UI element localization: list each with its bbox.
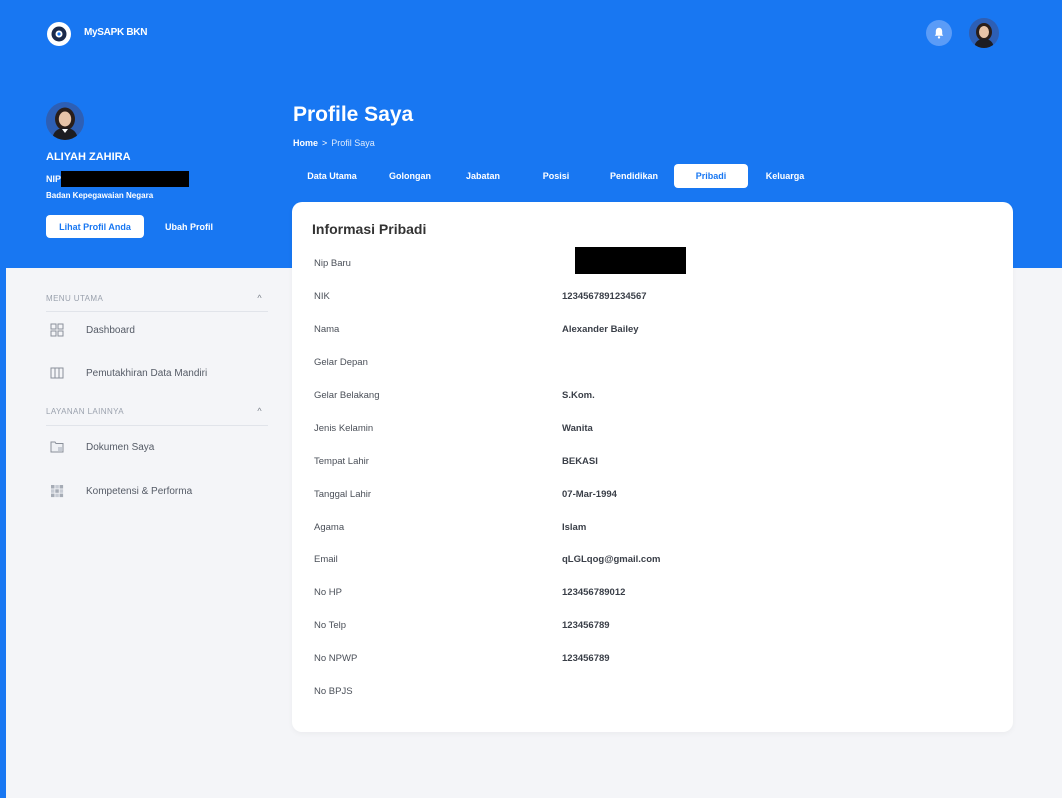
- menu-section-title: LAYANAN LAINNYA: [46, 406, 125, 416]
- app-title[interactable]: MySAPK BKN: [84, 27, 147, 38]
- field-value: BEKASI: [562, 456, 598, 467]
- field-value: Wanita: [562, 423, 593, 434]
- sidebar-item-documents[interactable]: Dokumen Saya: [50, 436, 154, 458]
- breadcrumb-separator: >: [322, 138, 328, 148]
- profile-organization: Badan Kepegawaian Negara: [46, 191, 154, 200]
- sidebar: MENU UTAMA ^ Dashboard Pemutakhiran Data…: [0, 268, 274, 798]
- tab-golongan[interactable]: Golongan: [379, 164, 441, 188]
- field-value: Islam: [562, 522, 587, 533]
- breadcrumb-current: Profil Saya: [331, 138, 375, 148]
- field-label: Gelar Depan: [314, 357, 368, 368]
- info-row-jenis-kelamin: Jenis Kelamin Wanita: [292, 420, 1013, 440]
- info-row-no-bpjs: No BPJS: [292, 683, 1013, 703]
- info-row-tanggal-lahir: Tanggal Lahir 07-Mar-1994: [292, 486, 1013, 506]
- field-value: 1234567891234567: [562, 291, 647, 302]
- personal-info-card: Informasi Pribadi Nip Baru NIK 123456789…: [292, 202, 1013, 732]
- nip-redacted: [61, 171, 190, 187]
- tab-posisi[interactable]: Posisi: [536, 164, 576, 188]
- field-label: NIK: [314, 291, 330, 302]
- chevron-up-icon[interactable]: ^: [257, 293, 262, 303]
- sidebar-item-data-update[interactable]: Pemutakhiran Data Mandiri: [50, 362, 207, 384]
- field-value: 123456789012: [562, 587, 626, 598]
- breadcrumb-home[interactable]: Home: [293, 138, 318, 148]
- bell-icon[interactable]: [926, 20, 952, 46]
- info-row-no-hp: No HP 123456789012: [292, 584, 1013, 604]
- menu-section-title: MENU UTAMA: [46, 293, 104, 303]
- card-title: Informasi Pribadi: [312, 221, 427, 237]
- user-avatar[interactable]: [969, 18, 999, 48]
- sidebar-item-label: Pemutakhiran Data Mandiri: [86, 367, 208, 379]
- field-label: No HP: [314, 587, 342, 598]
- field-label: Tanggal Lahir: [314, 489, 372, 500]
- field-label: Tempat Lahir: [314, 456, 369, 467]
- field-value: S.Kom.: [562, 390, 595, 401]
- section-divider: [46, 425, 268, 426]
- info-row-no-telp: No Telp 123456789: [292, 617, 1013, 637]
- tab-pribadi[interactable]: Pribadi: [674, 164, 748, 188]
- breadcrumb: Home > Profil Saya: [293, 138, 375, 148]
- page-title: Profile Saya: [293, 103, 414, 126]
- field-label: Nama: [314, 324, 340, 335]
- edit-profile-button[interactable]: Ubah Profil: [165, 215, 213, 238]
- nip-baru-redacted: [575, 247, 686, 274]
- sidebar-item-label: Kompetensi & Performa: [86, 485, 193, 497]
- grid-icon: [51, 485, 64, 498]
- info-row-email: Email qLGLqog@gmail.com: [292, 551, 1013, 571]
- profile-nip: NIP: [46, 171, 190, 187]
- menu-section-header[interactable]: LAYANAN LAINNYA ^: [46, 406, 268, 416]
- profile-avatar: [46, 102, 84, 140]
- window-left-edge: [0, 0, 6, 798]
- data-update-icon: [50, 367, 64, 379]
- info-row-nik: NIK 1234567891234567: [292, 288, 1013, 308]
- tab-data-utama[interactable]: Data Utama: [293, 164, 371, 188]
- tab-keluarga[interactable]: Keluarga: [760, 164, 810, 188]
- profile-name: ALIYAH ZAHIRA: [46, 151, 131, 163]
- section-divider: [46, 311, 268, 312]
- field-label: No BPJS: [314, 686, 353, 697]
- nip-label: NIP: [46, 174, 62, 184]
- info-row-nama: Nama Alexander Bailey: [292, 321, 1013, 341]
- field-value: qLGLqog@gmail.com: [562, 554, 661, 565]
- field-label: Email: [314, 554, 338, 565]
- view-profile-button[interactable]: Lihat Profil Anda: [46, 215, 144, 238]
- menu-section-header[interactable]: MENU UTAMA ^: [46, 293, 268, 303]
- info-row-gelar-depan: Gelar Depan: [292, 354, 1013, 374]
- field-value: 07-Mar-1994: [562, 489, 617, 500]
- info-row-agama: Agama Islam: [292, 519, 1013, 539]
- field-label: Agama: [314, 522, 345, 533]
- tab-pendidikan[interactable]: Pendidikan: [604, 164, 664, 188]
- chevron-up-icon[interactable]: ^: [257, 406, 262, 416]
- info-row-gelar-belakang: Gelar Belakang S.Kom.: [292, 387, 1013, 407]
- field-label: No NPWP: [314, 653, 358, 664]
- info-row-no-npwp: No NPWP 123456789: [292, 650, 1013, 670]
- info-row-nip-baru: Nip Baru: [292, 247, 1013, 275]
- field-value: 123456789: [562, 653, 610, 664]
- field-label: Nip Baru: [314, 258, 351, 269]
- field-value: Alexander Bailey: [562, 324, 639, 335]
- sidebar-item-competency[interactable]: Kompetensi & Performa: [50, 480, 192, 502]
- field-label: Gelar Belakang: [314, 390, 380, 401]
- sidebar-item-label: Dashboard: [86, 324, 135, 336]
- sidebar-item-label: Dokumen Saya: [86, 441, 155, 453]
- info-row-tempat-lahir: Tempat Lahir BEKASI: [292, 453, 1013, 473]
- dashboard-icon: [50, 323, 64, 337]
- field-value: 123456789: [562, 620, 610, 631]
- document-icon: [50, 441, 64, 453]
- field-label: No Telp: [314, 620, 347, 631]
- field-label: Jenis Kelamin: [314, 423, 374, 434]
- app-logo-icon[interactable]: [47, 22, 71, 46]
- sidebar-item-dashboard[interactable]: Dashboard: [50, 319, 135, 341]
- tab-jabatan[interactable]: Jabatan: [457, 164, 509, 188]
